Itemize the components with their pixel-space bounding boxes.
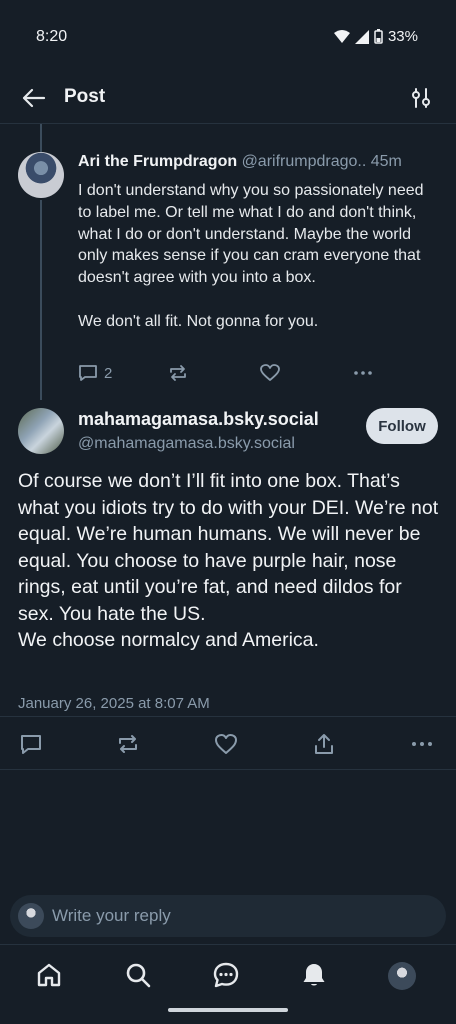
parent-repost-button[interactable] bbox=[168, 364, 188, 382]
page-title: Post bbox=[64, 86, 106, 107]
arrow-left-icon[interactable] bbox=[20, 86, 46, 110]
repost-icon bbox=[170, 365, 186, 381]
post-author-name[interactable]: mahamagamasa.bsky.social bbox=[78, 409, 319, 430]
parent-author-handle[interactable]: @arifrumpdrago.. bbox=[242, 153, 367, 170]
avatar bbox=[18, 903, 44, 929]
post-author-handle[interactable]: @mahamagamasa.bsky.social bbox=[78, 435, 295, 453]
share-button[interactable] bbox=[312, 732, 336, 756]
parent-time: 45m bbox=[370, 153, 402, 170]
gesture-bar bbox=[168, 1008, 288, 1012]
share-icon bbox=[315, 734, 333, 754]
parent-post-text: I don't understand why you so passionate… bbox=[78, 182, 424, 330]
comment-icon bbox=[21, 735, 41, 754]
more-icon bbox=[412, 742, 432, 746]
sliders-icon[interactable] bbox=[410, 86, 432, 110]
post-header: Post bbox=[0, 72, 456, 124]
repost-button[interactable] bbox=[116, 732, 140, 756]
reply-placeholder: Write your reply bbox=[52, 906, 171, 925]
reply-button[interactable] bbox=[19, 732, 43, 756]
bottom-nav bbox=[0, 945, 456, 1005]
wifi-icon bbox=[333, 30, 350, 43]
post-timestamp: January 26, 2025 at 8:07 AM bbox=[18, 695, 210, 712]
bell-icon[interactable] bbox=[300, 961, 328, 989]
more-icon bbox=[354, 371, 372, 375]
reply-input[interactable]: Write your reply bbox=[10, 895, 446, 937]
thread-line bbox=[40, 124, 42, 154]
parent-like-button[interactable] bbox=[260, 364, 280, 382]
thread-line bbox=[40, 200, 42, 400]
parent-reply-count: 2 bbox=[104, 364, 113, 382]
home-icon[interactable] bbox=[35, 961, 63, 989]
parent-avatar[interactable] bbox=[18, 152, 64, 198]
post-actions bbox=[0, 716, 456, 770]
parent-more-button[interactable] bbox=[352, 364, 374, 382]
parent-header: Ari the Frumpdragon @arifrumpdrago.. 45m bbox=[78, 153, 402, 171]
battery-icon bbox=[374, 29, 383, 44]
status-bar: 8:20 33% bbox=[0, 0, 456, 72]
post-text: Of course we don’t I’ll fit into one box… bbox=[18, 470, 439, 651]
parent-actions: 2 bbox=[78, 364, 388, 386]
parent-reply-button[interactable]: 2 bbox=[78, 364, 112, 382]
signal-icon bbox=[354, 29, 369, 44]
like-button[interactable] bbox=[214, 732, 238, 756]
follow-button[interactable]: Follow bbox=[366, 408, 438, 444]
post-author-avatar[interactable] bbox=[18, 408, 64, 454]
status-time: 8:20 bbox=[36, 28, 68, 45]
comment-icon bbox=[79, 365, 97, 381]
heart-icon bbox=[260, 364, 280, 381]
status-icons: 33% bbox=[333, 28, 418, 45]
heart-icon bbox=[215, 734, 237, 754]
search-icon[interactable] bbox=[124, 961, 152, 989]
parent-author-name[interactable]: Ari the Frumpdragon bbox=[78, 153, 237, 170]
chat-icon[interactable] bbox=[212, 961, 240, 989]
battery-percent: 33% bbox=[387, 28, 418, 45]
profile-avatar[interactable] bbox=[388, 962, 416, 990]
more-button[interactable] bbox=[410, 732, 434, 756]
repost-icon bbox=[119, 735, 137, 753]
